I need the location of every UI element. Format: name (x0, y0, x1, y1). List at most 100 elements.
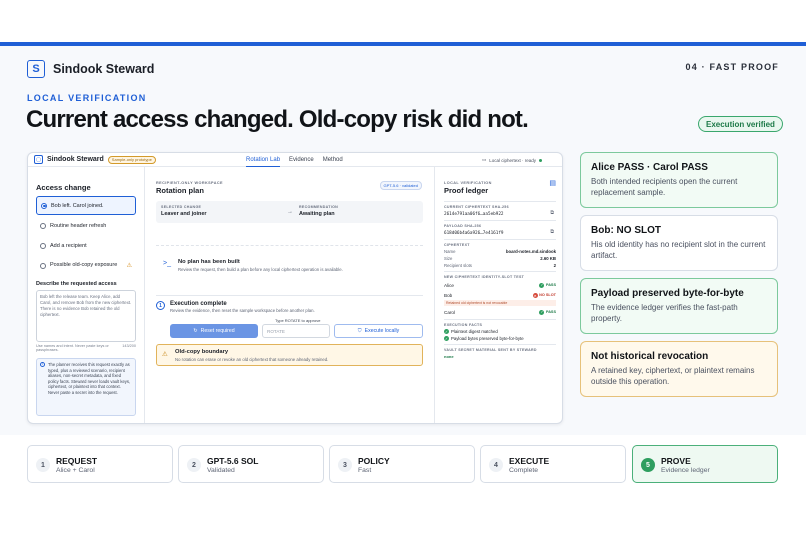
reset-icon: ↻ (193, 328, 198, 334)
copy-icon[interactable]: ⧉ (550, 210, 554, 216)
card-title: Bob: NO SLOT (591, 225, 661, 236)
proof-ledger-panel: ▤ LOCAL VERIFICATION Proof ledger CURREN… (436, 167, 562, 423)
request-textarea[interactable]: Bob left the release team. Keep Alice, a… (36, 290, 136, 342)
tab-rotation-lab[interactable]: Rotation Lab (246, 153, 281, 167)
eyebrow: LOCAL VERIFICATION (27, 93, 147, 103)
retained-note: Retained old ciphertext is not revocable (444, 300, 556, 306)
kv-value: 2 (553, 263, 556, 268)
step-number: 2 (187, 458, 201, 472)
warning-icon: ⚠ (126, 263, 132, 269)
copy-icon[interactable]: ⧉ (550, 229, 554, 235)
document-icon[interactable]: ▤ (549, 179, 556, 187)
payload-hash-value: 618d06b4a6a926…7e4161f9 (444, 231, 504, 236)
option-add-recipient[interactable]: Add a recipient (36, 236, 136, 255)
monitor-icon: ▭ (481, 157, 487, 162)
step-subtitle: Validated (207, 467, 235, 474)
execution-section: 1 Execution complete Review the evidence… (156, 295, 423, 338)
step-policy: 3 POLICY Fast (329, 445, 475, 483)
step-subtitle: Alice + Carol (56, 467, 95, 474)
step-number-badge: 1 (156, 301, 165, 310)
vault-label: VAULT SECRET MATERIAL SENT BY STEWARD (444, 348, 537, 352)
kv-key: Name (444, 249, 456, 254)
step-title: POLICY (358, 456, 390, 466)
radio-icon (41, 202, 47, 209)
ciphertext-status: ▭ Local ciphertext · ready (482, 153, 542, 167)
warning-icon: ⚠ (162, 351, 168, 358)
workspace-eyebrow: RECIPIENT-ONLY WORKSPACE (156, 181, 223, 185)
no-plan-subtitle: Review the request, then build a plan be… (178, 267, 343, 272)
ledger-eyebrow: LOCAL VERIFICATION (444, 181, 492, 185)
tab-method[interactable]: Method (323, 153, 343, 167)
kv-value: board-notes.md.sindook (505, 249, 556, 254)
step-model: 2 GPT-5.6 SOL Validated (178, 445, 324, 483)
execution-facts-block: EXECUTION FACTS ✓ Plaintext digest matche… (444, 319, 556, 344)
step-number: 4 (489, 458, 503, 472)
execute-locally-button[interactable]: ⛉ Execute locally (334, 324, 423, 338)
model-badge: GPT-5.6 · validated (379, 181, 422, 190)
rotate-input[interactable]: ROTATE (262, 324, 330, 338)
radio-icon (40, 262, 46, 269)
step-number: 3 (338, 458, 352, 472)
rotation-plan-panel: RECIPIENT-ONLY WORKSPACE Rotation plan G… (145, 167, 435, 423)
reset-button[interactable]: ↻ Reset required (170, 324, 258, 338)
selected-change-label: SELECTED CHANGE (161, 205, 202, 209)
step-title: EXECUTE (509, 456, 550, 466)
arrow-right-icon: → (287, 209, 293, 215)
card-recipients-pass: Alice PASS · Carol PASS Both intended re… (580, 152, 778, 208)
recommendation-label: RECOMMENDATION (299, 205, 339, 209)
reset-label: Reset required (200, 328, 235, 334)
execute-label: Execute locally (364, 328, 400, 334)
slot-row-alice: Alice PASS (444, 281, 556, 289)
slide-number: 04 · FAST PROOF (685, 62, 779, 72)
no-slot-badge: NO SLOT (533, 293, 556, 298)
risk-title: Old-copy boundary (175, 349, 229, 355)
step-title: GPT-5.6 SOL (207, 456, 259, 466)
option-leaver-joiner[interactable]: Bob left. Carol joined. (36, 196, 136, 215)
fact-text: Plaintext digest matched (451, 329, 498, 334)
kv-row: Name board-notes.md.sindook (444, 249, 556, 254)
type-rotate-label: Type ROTATE to approve (275, 318, 321, 323)
access-change-heading: Access change (36, 183, 91, 192)
app-title: Sindook Steward (47, 156, 104, 163)
option-label: Routine header refresh (50, 222, 107, 229)
headline: Current access changed. Old-copy risk di… (26, 106, 529, 133)
hint-text: Use names and intent. Never paste keys o… (36, 344, 109, 352)
step-title: PROVE (661, 456, 691, 466)
pass-badge: PASS (539, 310, 556, 315)
step-subtitle: Fast (358, 467, 372, 474)
slot-test-label: NEW CIPHERTEXT IDENTITY-SLOT TEST (444, 275, 525, 279)
kv-value: 2.60 KB (540, 256, 556, 261)
kv-key: Size (444, 256, 453, 261)
app-window: ▢ Sindook Steward Sample-only prototype … (27, 152, 563, 424)
slot-row-carol: Carol PASS (444, 308, 556, 316)
access-change-panel: Access change Bob left. Carol joined. Ro… (28, 167, 145, 423)
slot-row-bob: Bob NO SLOT (444, 291, 556, 299)
slot-name: Bob (444, 292, 453, 298)
option-old-copy-exposure[interactable]: Possible old-copy exposure ⚠ (36, 256, 136, 275)
slot-name: Carol (444, 309, 455, 315)
tab-evidence[interactable]: Evidence (289, 153, 314, 167)
slot-name: Alice (444, 282, 454, 288)
verified-badge: Execution verified (698, 116, 783, 132)
old-copy-boundary-warning: ⚠ Old-copy boundary No rotation can eras… (156, 344, 423, 366)
vault-secret-block: VAULT SECRET MATERIAL SENT BY STEWARD no… (444, 344, 556, 362)
brand: S Sindook Steward (27, 60, 154, 78)
option-header-refresh[interactable]: Routine header refresh (36, 216, 136, 235)
info-text: The planner receives this request exactl… (48, 362, 131, 395)
info-icon: i (40, 362, 45, 367)
card-title: Payload preserved byte-for-byte (591, 288, 744, 299)
selected-change-value: Leaver and joiner (161, 211, 207, 217)
step-subtitle: Complete (509, 467, 539, 474)
card-bob-no-slot: Bob: NO SLOT His old identity has no rec… (580, 215, 778, 271)
shield-icon: ⛉ (357, 327, 362, 334)
step-title: REQUEST (56, 456, 98, 466)
current-hash-value: 2614e791aa06f6…aa5eb922 (444, 212, 504, 217)
recommendation-value: Awaiting plan (299, 211, 335, 217)
status-dot (539, 158, 542, 162)
facts-label: EXECUTION FACTS (444, 323, 483, 327)
step-number: 1 (36, 458, 50, 472)
kv-key: Recipient slots (444, 263, 472, 268)
rotation-plan-heading: Rotation plan (156, 186, 204, 195)
step-request: 1 REQUEST Alice + Carol (27, 445, 173, 483)
card-subtitle: His old identity has no recipient slot i… (591, 240, 766, 260)
